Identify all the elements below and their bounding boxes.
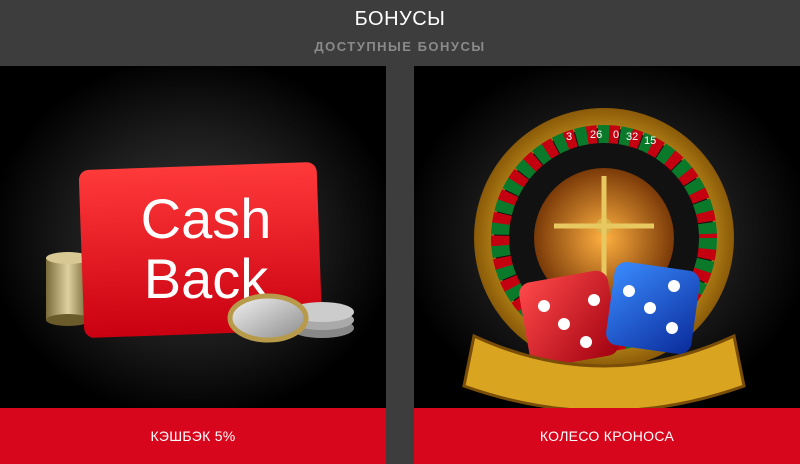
wheel-number: 32 — [626, 131, 638, 143]
page-subtitle: ДОСТУПНЫЕ БОНУСЫ — [314, 39, 486, 54]
roulette-wheel-dice-image: 3 26 0 32 15 — [414, 66, 800, 408]
wheel-number: 26 — [590, 129, 602, 141]
bonus-card-kronos-wheel[interactable]: 3 26 0 32 15 КОЛЕСО КРОНОСА — [414, 66, 800, 464]
cashback-text-line1: Cash — [141, 187, 272, 250]
large-coin — [227, 293, 309, 343]
red-die — [519, 270, 619, 368]
blue-die — [606, 261, 700, 355]
wheel-number: 15 — [644, 135, 656, 147]
wheel-number: 0 — [613, 129, 619, 141]
page-header: БОНУСЫ ДОСТУПНЫЕ БОНУСЫ — [0, 0, 800, 66]
cashback-card-coins-image: Cash Back — [0, 66, 386, 408]
bonus-card-label: КЭШБЭК 5% — [0, 408, 386, 464]
bonus-card-cashback[interactable]: Cash Back КЭШБЭК 5% — [0, 66, 386, 464]
wheel-number: 3 — [566, 131, 572, 143]
page-title: БОНУСЫ — [354, 8, 446, 30]
bonus-card-label: КОЛЕСО КРОНОСА — [414, 408, 800, 464]
